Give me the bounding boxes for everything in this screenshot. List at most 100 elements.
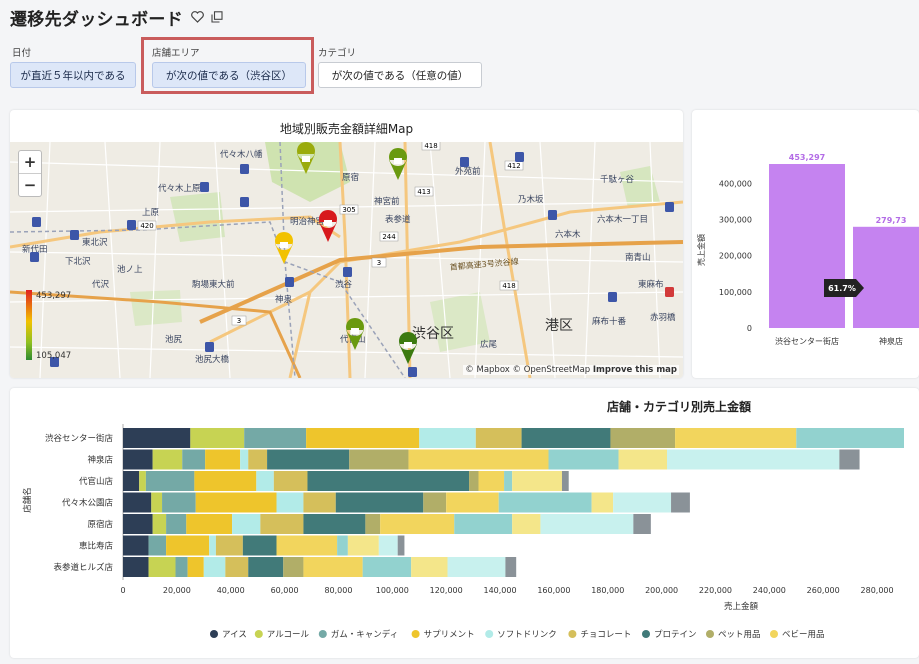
stacked-segment[interactable] [469,471,479,491]
stacked-segment[interactable] [152,514,167,534]
stacked-segment[interactable] [796,428,904,448]
copy-icon[interactable] [211,11,223,23]
stacked-segment[interactable] [667,449,840,470]
stacked-segment[interactable] [195,492,277,513]
stacked-segment[interactable] [205,449,241,470]
stacked-segment[interactable] [232,514,261,534]
stacked-segment[interactable] [337,535,348,556]
stacked-segment[interactable] [190,428,245,448]
stacked-segment[interactable] [151,492,163,513]
stacked-segment[interactable] [209,535,216,556]
store-bar[interactable] [769,164,845,328]
stacked-segment[interactable] [306,428,420,448]
stacked-segment[interactable] [162,492,196,513]
stacked-segment[interactable] [512,471,562,491]
stacked-segment[interactable] [242,535,277,556]
stacked-segment[interactable] [380,514,455,534]
stacked-segment[interactable] [123,535,149,556]
zoom-in-button[interactable]: + [19,151,41,173]
stacked-segment[interactable] [561,471,569,491]
stacked-segment[interactable] [244,428,307,448]
legend-label[interactable]: ガム・キャンディ [331,629,398,640]
stacked-segment[interactable] [512,514,541,534]
stacked-segment[interactable] [240,449,249,470]
stacked-segment[interactable] [613,492,672,513]
stacked-segment[interactable] [215,535,243,556]
stacked-segment[interactable] [347,535,379,556]
stacked-segment[interactable] [504,471,513,491]
stacked-segment[interactable] [123,557,149,577]
stacked-segment[interactable] [273,471,308,491]
stacked-segment[interactable] [123,514,153,534]
legend-label[interactable]: チョコレート [580,630,631,640]
stacked-segment[interactable] [633,514,651,534]
stacked-segment[interactable] [123,492,152,513]
heart-icon[interactable] [191,11,204,23]
stacked-segment[interactable] [408,449,549,470]
stacked-segment[interactable] [166,514,187,534]
stacked-segment[interactable] [411,557,448,577]
stacked-segment[interactable] [148,535,167,556]
filter-date-button[interactable]: が直近５年以内である [10,62,136,88]
stacked-segment[interactable] [454,514,513,534]
stacked-segment[interactable] [618,449,668,470]
stacked-segment[interactable] [478,471,505,491]
stacked-segment[interactable] [419,428,476,448]
stacked-segment[interactable] [303,514,366,534]
stacked-segment[interactable] [283,557,304,577]
stacked-segment[interactable] [256,471,274,491]
stacked-segment[interactable] [675,428,797,448]
stacked-segment[interactable] [145,471,195,491]
stacked-segment[interactable] [152,449,183,470]
stacked-segment[interactable] [349,449,409,470]
stacked-segment[interactable] [175,557,188,577]
stacked-segment[interactable] [276,535,338,556]
stacked-segment[interactable] [248,449,268,470]
attribution-mapbox-link[interactable]: © Mapbox [465,365,510,375]
stacked-segment[interactable] [498,492,592,513]
stacked-segment[interactable] [187,557,204,577]
stacked-segment[interactable] [186,514,233,534]
stacked-segment[interactable] [548,449,619,470]
legend-label[interactable]: サプリメント [424,630,475,640]
map-canvas[interactable]: 418 413 420 305 244 3 3 418 412 代々木八幡 代々… [10,142,683,378]
stacked-segment[interactable] [148,557,176,577]
legend-label[interactable]: アルコール [267,630,310,640]
stacked-segment[interactable] [365,514,381,534]
stacked-segment[interactable] [378,535,398,556]
stacked-segment[interactable] [267,449,350,470]
stacked-segment[interactable] [276,492,304,513]
stacked-segment[interactable] [591,492,614,513]
filter-category-button[interactable]: が次の値である（任意の値） [318,62,482,88]
stacked-segment[interactable] [505,557,517,577]
stacked-segment[interactable] [446,492,499,513]
stacked-segment[interactable] [248,557,284,577]
store-bar[interactable] [853,226,919,328]
improve-map-link[interactable]: Improve this map [593,365,677,375]
stacked-segment[interactable] [423,492,447,513]
stacked-segment[interactable] [123,428,191,448]
stacked-segment[interactable] [182,449,206,470]
stacked-segment[interactable] [123,471,140,491]
attribution-osm-link[interactable]: © OpenStreetMap [513,365,591,375]
stacked-segment[interactable] [362,557,412,577]
stacked-segment[interactable] [447,557,506,577]
stacked-segment[interactable] [671,492,690,513]
stacked-segment[interactable] [203,557,226,577]
stacked-segment[interactable] [194,471,257,491]
stacked-segment[interactable] [307,471,470,491]
legend-label[interactable]: ソフトドリンク [497,630,557,640]
legend-label[interactable]: ペット用品 [718,630,761,640]
stacked-segment[interactable] [139,471,146,491]
stacked-segment[interactable] [839,449,860,470]
stacked-segment[interactable] [521,428,611,448]
stacked-segment[interactable] [123,449,153,470]
legend-label[interactable]: アイス [222,630,247,640]
stacked-segment[interactable] [260,514,304,534]
stacked-segment[interactable] [335,492,424,513]
stacked-segment[interactable] [610,428,676,448]
stacked-segment[interactable] [225,557,249,577]
stacked-segment[interactable] [303,557,363,577]
stacked-segment[interactable] [166,535,210,556]
legend-label[interactable]: ベビー用品 [782,630,825,640]
